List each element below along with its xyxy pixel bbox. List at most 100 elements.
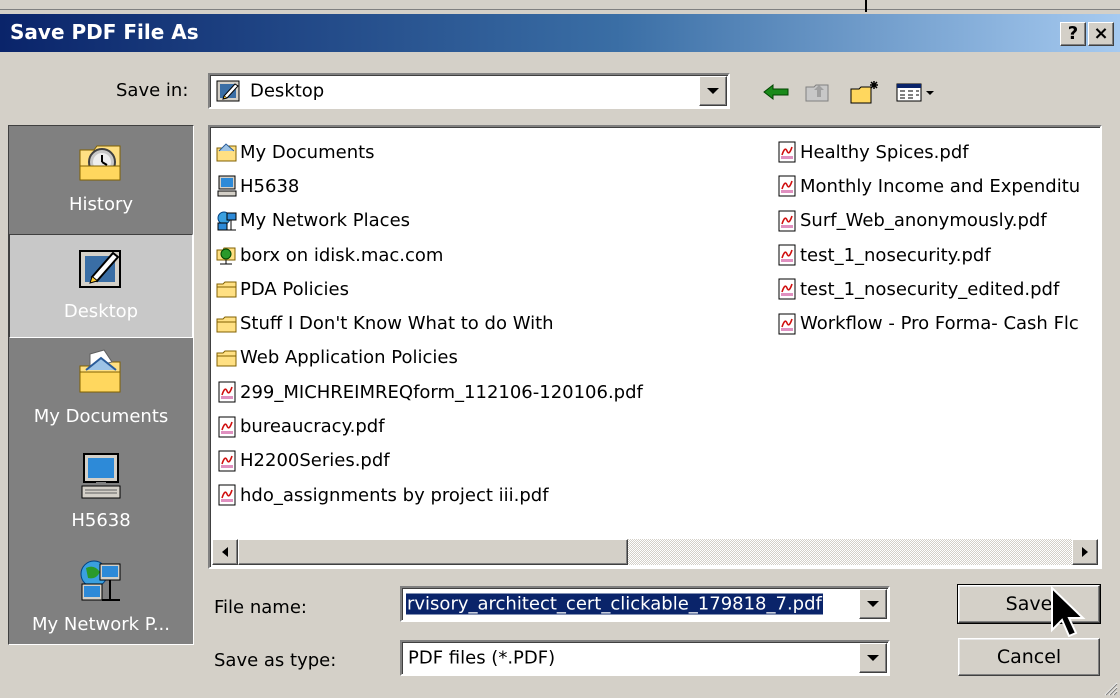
places-item-history[interactable]: History xyxy=(9,128,193,232)
file-name: bureaucracy.pdf xyxy=(240,416,385,438)
save-in-dropdown-button[interactable] xyxy=(699,76,727,106)
horizontal-scrollbar[interactable] xyxy=(212,539,1098,565)
pdf-file-icon xyxy=(776,278,798,300)
close-button[interactable]: × xyxy=(1088,22,1114,46)
window-title: Save PDF File As xyxy=(10,20,199,44)
places-label: Desktop xyxy=(63,301,139,322)
pdf-file-icon xyxy=(216,416,238,438)
folder-icon xyxy=(216,347,238,369)
file-name-value: rvisory_architect_cert_clickable_179818_… xyxy=(406,593,823,615)
places-label: My Documents xyxy=(33,406,169,427)
file-name: My Documents xyxy=(240,141,375,163)
resize-grip-icon[interactable] xyxy=(1102,680,1118,696)
desktop-icon xyxy=(216,79,242,103)
file-name: Monthly Income and Expenditu xyxy=(800,175,1081,197)
places-label: My Network P... xyxy=(32,614,170,635)
file-list-column-2: Healthy Spices.pdf Monthly Income and Exp… xyxy=(776,135,1080,341)
file-name: Workflow - Pro Forma- Cash Flc xyxy=(800,313,1079,335)
pdf-file-icon xyxy=(216,484,238,506)
file-list-item[interactable]: hdo_assignments by project iii.pdf xyxy=(216,478,643,512)
scrollbar-thumb[interactable] xyxy=(238,539,628,565)
help-button[interactable]: ? xyxy=(1060,22,1086,46)
computer-icon xyxy=(216,175,238,197)
file-name: Stuff I Don't Know What to do With xyxy=(240,313,554,335)
save-as-type-value: PDF files (*.PDF) xyxy=(408,647,556,669)
chevron-down-icon xyxy=(867,655,879,661)
scroll-left-button[interactable] xyxy=(212,539,238,565)
file-list-item[interactable]: test_1_nosecurity.pdf xyxy=(776,238,1080,272)
computer-icon xyxy=(76,452,126,502)
file-name: Healthy Spices.pdf xyxy=(800,141,969,163)
file-name: test_1_nosecurity.pdf xyxy=(800,244,991,266)
file-list-item[interactable]: Healthy Spices.pdf xyxy=(776,135,1080,169)
file-list-item[interactable]: H2200Series.pdf xyxy=(216,444,643,478)
mouse-cursor-icon xyxy=(1051,586,1086,638)
file-name: test_1_nosecurity_edited.pdf xyxy=(800,278,1060,300)
back-arrow-icon[interactable] xyxy=(760,80,792,104)
file-list-item[interactable]: Workflow - Pro Forma- Cash Flc xyxy=(776,306,1080,340)
file-name: Surf_Web_anonymously.pdf xyxy=(800,210,1047,232)
folder-icon xyxy=(216,278,238,300)
pdf-file-icon xyxy=(776,210,798,232)
file-list-item[interactable]: Surf_Web_anonymously.pdf xyxy=(776,204,1080,238)
pdf-file-icon xyxy=(216,450,238,472)
my-documents-icon xyxy=(216,141,238,163)
pdf-file-icon xyxy=(776,244,798,266)
file-name: 299_MICHREIMREQform_112106-120106.pdf xyxy=(240,381,643,403)
file-list-item[interactable]: H5638 xyxy=(216,169,643,203)
file-list-item[interactable]: Stuff I Don't Know What to do With xyxy=(216,306,643,340)
file-name: PDA Policies xyxy=(240,278,350,300)
file-list-item[interactable]: 299_MICHREIMREQform_112106-120106.pdf xyxy=(216,375,643,409)
file-list-item[interactable]: test_1_nosecurity_edited.pdf xyxy=(776,272,1080,306)
places-label: H5638 xyxy=(71,510,131,531)
background-window-strip xyxy=(0,0,1120,12)
pdf-file-icon xyxy=(776,313,798,335)
network-places-icon xyxy=(216,210,238,232)
pdf-file-icon xyxy=(776,175,798,197)
file-name-field[interactable]: rvisory_architect_cert_clickable_179818_… xyxy=(400,586,890,622)
network-folder-icon xyxy=(216,244,238,266)
file-list-item[interactable]: PDA Policies xyxy=(216,272,643,306)
arrow-right-icon xyxy=(1082,547,1088,557)
pdf-file-icon xyxy=(776,141,798,163)
file-name: borx on idisk.mac.com xyxy=(240,244,444,266)
save-as-type-dropdown-button[interactable] xyxy=(859,643,887,673)
file-name: H2200Series.pdf xyxy=(240,450,390,472)
file-list-item[interactable]: bureaucracy.pdf xyxy=(216,409,643,443)
file-list-item[interactable]: Monthly Income and Expenditu xyxy=(776,169,1080,203)
file-list-item[interactable]: My Documents xyxy=(216,135,643,169)
new-folder-icon[interactable] xyxy=(848,80,882,104)
file-name: hdo_assignments by project iii.pdf xyxy=(240,484,549,506)
places-item-h5638[interactable]: H5638 xyxy=(9,444,193,548)
places-item-my-network-places[interactable]: My Network P... xyxy=(9,548,193,644)
file-list-column-1: My Documents H5638 My Network Places borx o… xyxy=(216,135,643,512)
save-in-label: Save in: xyxy=(116,80,189,101)
chevron-down-icon xyxy=(867,601,879,607)
save-as-type-label: Save as type: xyxy=(214,650,337,671)
save-in-value: Desktop xyxy=(250,80,325,102)
file-name: Web Application Policies xyxy=(240,347,458,369)
network-places-icon xyxy=(76,556,126,606)
scroll-right-button[interactable] xyxy=(1072,539,1098,565)
desktop-icon xyxy=(76,243,126,293)
my-documents-icon xyxy=(76,348,126,398)
file-list[interactable]: My Documents H5638 My Network Places borx o… xyxy=(208,125,1102,569)
title-bar: Save PDF File As ? × xyxy=(0,14,1120,52)
file-name: My Network Places xyxy=(240,210,411,232)
save-as-type-combo[interactable]: PDF files (*.PDF) xyxy=(400,640,890,676)
file-list-item[interactable]: My Network Places xyxy=(216,204,643,238)
cancel-button[interactable]: Cancel xyxy=(958,638,1100,676)
places-item-my-documents[interactable]: My Documents xyxy=(9,340,193,444)
file-list-item[interactable]: borx on idisk.mac.com xyxy=(216,238,643,272)
view-menu-icon[interactable] xyxy=(894,80,940,104)
save-in-combo[interactable]: Desktop xyxy=(208,73,730,109)
folder-icon xyxy=(216,313,238,335)
places-item-desktop[interactable]: Desktop xyxy=(9,234,193,338)
file-name: H5638 xyxy=(240,175,300,197)
file-name-dropdown-button[interactable] xyxy=(859,589,887,619)
chevron-down-icon xyxy=(707,88,719,94)
file-name-label: File name: xyxy=(214,597,307,618)
up-folder-icon[interactable] xyxy=(802,80,834,104)
places-label: History xyxy=(68,194,134,215)
file-list-item[interactable]: Web Application Policies xyxy=(216,341,643,375)
